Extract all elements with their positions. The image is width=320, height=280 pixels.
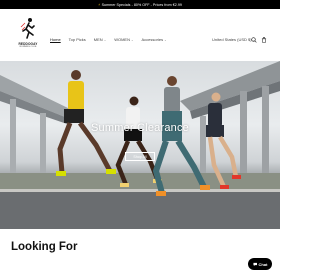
runner-logo-icon: [20, 18, 35, 39]
hero-title: Summer Clearance: [91, 122, 189, 134]
nav-item-top-picks[interactable]: Top Picks: [69, 37, 86, 42]
brand-tagline: RUNNING CLUB: [19, 46, 37, 48]
announcement-text: Summer Specials - 80% OFF - Prices from …: [101, 2, 182, 7]
search-icon: [250, 36, 257, 43]
shop-all-button[interactable]: Shop All: [125, 152, 155, 161]
chat-button[interactable]: Chat: [248, 258, 272, 270]
nav-item-accessories[interactable]: Accessories ⌄: [142, 37, 167, 42]
hero-banner: Summer Clearance Shop All: [0, 61, 280, 229]
main-nav: Home Top Picks MEN ⌄ WOMEN ⌄ Accessories ⌄: [50, 37, 167, 42]
lightning-icon: ⚡: [98, 2, 101, 7]
hero-runners-image: [0, 61, 280, 229]
country-label: United States (USD $): [212, 37, 252, 42]
chat-label: Chat: [258, 261, 268, 267]
announcement-bar: ⚡ Summer Specials - 80% OFF - Prices fro…: [0, 0, 280, 9]
chevron-down-icon: ⌄: [164, 37, 167, 42]
site-logo[interactable]: REDDOGAY RUNNING CLUB: [13, 17, 43, 53]
country-selector[interactable]: United States (USD $) ⌄: [212, 37, 255, 42]
site-header: REDDOGAY RUNNING CLUB Home Top Picks MEN…: [0, 9, 280, 61]
cart-icon: [261, 36, 266, 43]
cart-button[interactable]: [260, 36, 267, 43]
section-title: Looking For: [11, 241, 78, 253]
nav-item-home[interactable]: Home: [50, 37, 61, 42]
search-button[interactable]: [250, 36, 257, 43]
chevron-down-icon: ⌄: [103, 37, 107, 42]
chevron-down-icon: ⌄: [130, 37, 134, 42]
chat-icon: [252, 262, 257, 266]
nav-item-men[interactable]: MEN ⌄: [94, 37, 106, 42]
nav-item-women[interactable]: WOMEN ⌄: [114, 37, 133, 42]
